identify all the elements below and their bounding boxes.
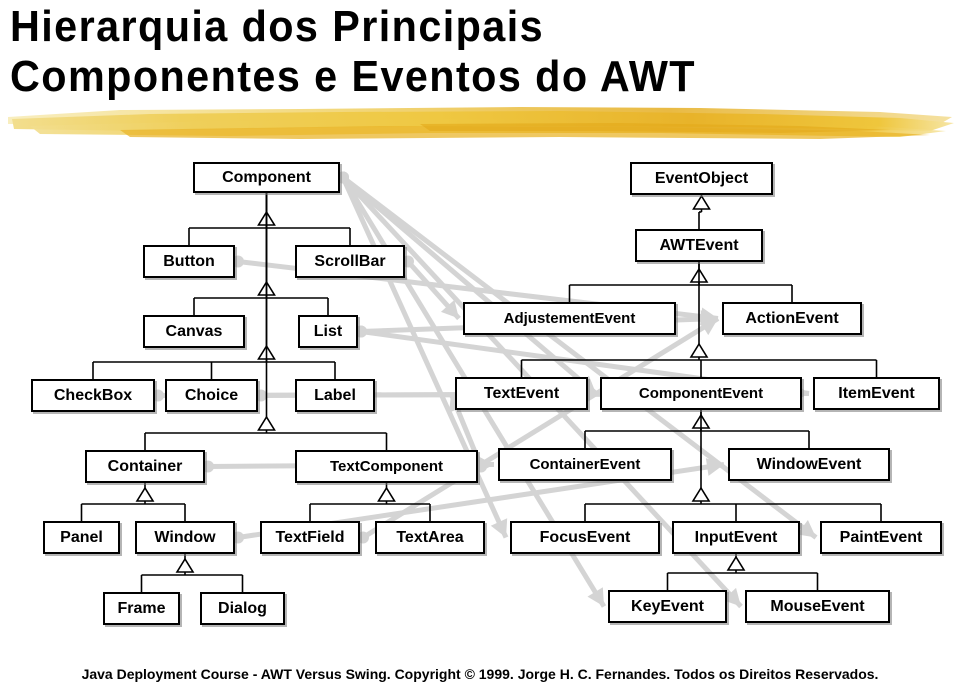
class-box-label: Component <box>222 168 311 186</box>
class-box-windowevent: WindowEvent <box>728 448 890 481</box>
association-arrowhead <box>490 518 508 538</box>
generalization-arrowhead <box>257 344 276 360</box>
generalization-arrowhead <box>257 415 276 431</box>
class-box-label: TextField <box>275 528 345 546</box>
class-box-containerevent: ContainerEvent <box>498 448 672 481</box>
connector-segment <box>340 176 509 539</box>
class-box-eventobject: EventObject <box>630 162 773 195</box>
class-box-mouseevent: MouseEvent <box>745 590 890 623</box>
class-box-keyevent: KeyEvent <box>608 590 727 623</box>
class-box-canvas: Canvas <box>143 315 245 348</box>
class-box-label: FocusEvent <box>539 528 631 546</box>
class-box-label: ComponentEvent <box>638 385 764 402</box>
class-box-label: Window <box>154 528 216 546</box>
generalization-arrowhead <box>135 486 155 502</box>
connector-segment <box>341 175 598 396</box>
class-box-textevent: TextEvent <box>455 377 588 410</box>
brush-stroke-divider <box>8 107 954 139</box>
class-box-label: ContainerEvent <box>529 456 641 473</box>
class-box-componentevent: ComponentEvent <box>600 377 802 410</box>
page-title: Hierarquia dos Principais Componentes e … <box>10 2 940 102</box>
association-arrowhead <box>705 458 724 476</box>
association-arrowhead <box>700 307 718 326</box>
class-box-actionevent: ActionEvent <box>722 302 862 335</box>
connector-segment <box>361 316 720 540</box>
class-box-list: List <box>298 315 358 348</box>
class-box-textfield: TextField <box>260 521 360 554</box>
class-box-component: Component <box>193 162 340 193</box>
generalization-arrowhead <box>257 280 276 296</box>
title-line-2: Componentes e Eventos do AWT <box>10 52 696 101</box>
connector-segment <box>406 259 461 321</box>
class-box-textarea: TextArea <box>375 521 485 554</box>
class-box-label: AdjustementEvent <box>503 310 636 327</box>
class-box-label: Choice <box>184 386 239 404</box>
generalization-arrowhead <box>689 342 709 358</box>
class-box-textcomponent: TextComponent <box>295 450 478 483</box>
association-arrowhead <box>587 587 604 607</box>
class-box-panel: Panel <box>43 521 120 554</box>
class-box-checkbox: CheckBox <box>31 379 155 412</box>
title-line-1: Hierarquia dos Principais <box>10 2 545 51</box>
class-box-label: WindowEvent <box>756 455 862 473</box>
class-box-inputevent: InputEvent <box>672 521 800 554</box>
class-box-awtevent: AWTEvent <box>635 229 763 262</box>
class-box-label: InputEvent <box>694 528 778 546</box>
class-box-label: Label <box>314 386 356 404</box>
class-box-label: Container <box>107 457 183 475</box>
class-box-label: Dialog <box>218 599 267 617</box>
class-box-label: KeyEvent <box>631 597 704 615</box>
class-box-label: CheckBox <box>53 386 133 404</box>
class-box-focusevent: FocusEvent <box>510 521 660 554</box>
class-box-scrollbar: ScrollBar <box>295 245 405 278</box>
class-box-label: TextArea <box>396 528 464 546</box>
slide-root: Hierarquia dos Principais Componentes e … <box>0 0 960 694</box>
class-box-window: Window <box>135 521 235 554</box>
class-box-choice: Choice <box>165 379 258 412</box>
class-box-label: List <box>313 322 343 340</box>
generalization-arrowhead <box>691 486 711 502</box>
class-box-button: Button <box>143 245 235 278</box>
class-box-label: ActionEvent <box>745 309 839 327</box>
generalization-arrowhead <box>257 210 276 226</box>
class-box-label: TextEvent <box>483 384 560 402</box>
class-box-adjustementevent: AdjustementEvent <box>463 302 676 335</box>
generalization-arrowhead <box>689 267 709 283</box>
class-box-label: MouseEvent <box>770 597 865 615</box>
generalization-arrowhead <box>692 194 711 210</box>
footer-copyright: Java Deployment Course - AWT Versus Swin… <box>81 666 879 682</box>
association-arrowhead <box>700 310 718 329</box>
class-box-label: Frame <box>117 599 166 617</box>
association-arrowhead <box>476 455 494 474</box>
generalization-arrowhead <box>377 486 396 502</box>
class-box-label: TextComponent <box>329 458 444 475</box>
class-box-itemevent: ItemEvent <box>813 377 940 410</box>
association-arrowhead <box>698 318 718 336</box>
generalization-arrowhead <box>691 413 711 429</box>
class-box-label: Panel <box>60 528 103 546</box>
class-box-paintevent: PaintEvent <box>820 521 942 554</box>
class-box-label: Canvas <box>165 322 223 340</box>
generalization-arrowhead <box>175 557 195 573</box>
class-box-label: Label <box>295 379 375 412</box>
class-box-label: Button <box>163 252 215 270</box>
class-box-frame: Frame <box>103 592 180 625</box>
class-box-dialog: Dialog <box>200 592 285 625</box>
association-arrowhead <box>440 299 459 319</box>
class-box-label: ItemEvent <box>838 384 915 402</box>
class-box-label: ScrollBar <box>314 252 386 270</box>
class-box-label: PaintEvent <box>839 528 923 546</box>
class-box-label: EventObject <box>654 169 749 187</box>
class-box-label: AWTEvent <box>659 236 739 254</box>
class-box-container: Container <box>85 450 205 483</box>
generalization-arrowhead <box>726 555 746 571</box>
